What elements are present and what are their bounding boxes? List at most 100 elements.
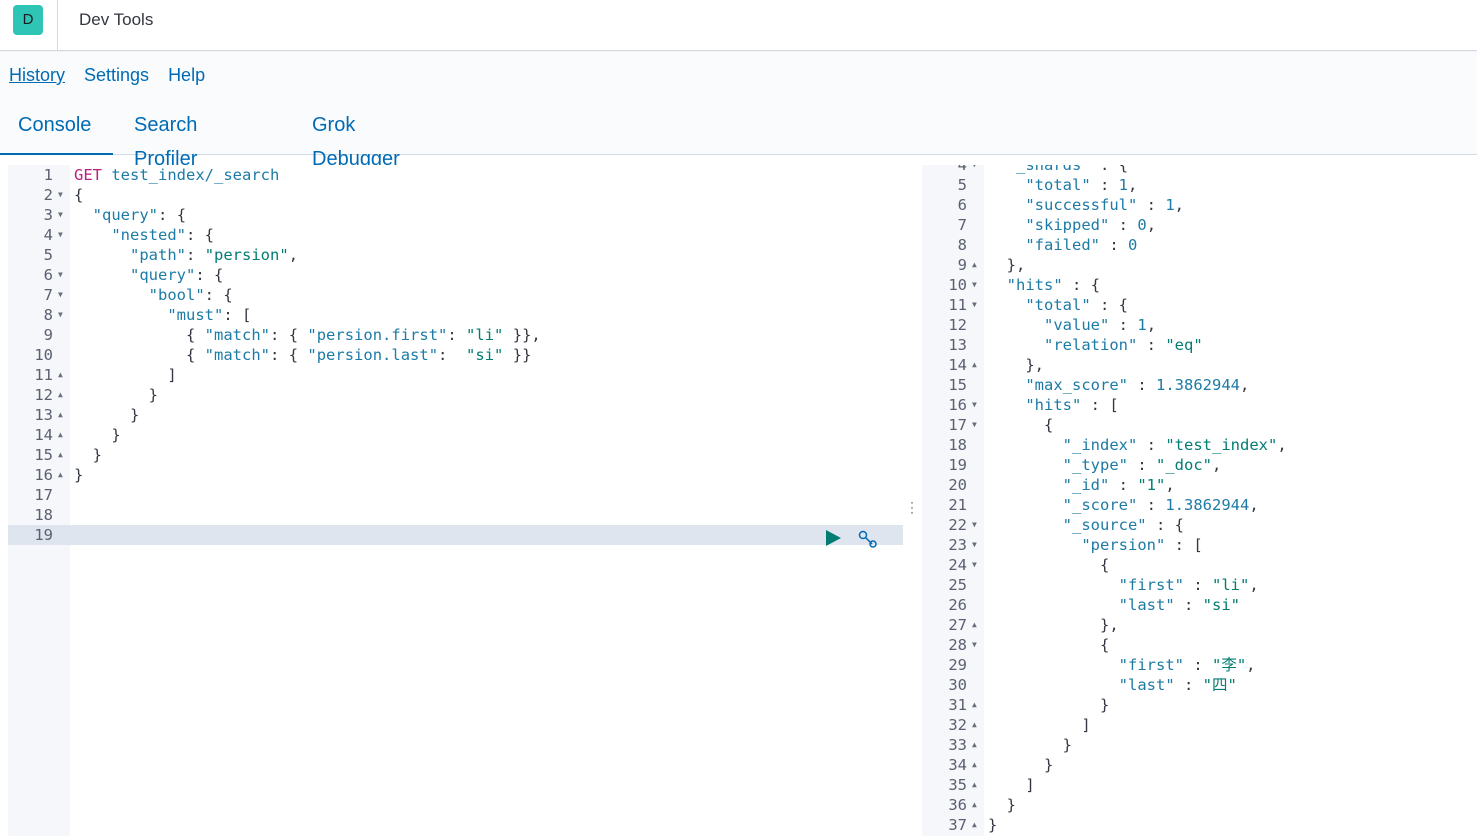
fold-open-icon[interactable]: ▼: [972, 415, 977, 435]
request-line[interactable]: 9 { "match": { "persion.first": "li" }},: [8, 325, 903, 345]
request-line[interactable]: 10 { "match": { "persion.last": "si" }}: [8, 345, 903, 365]
code-text: "path": "persion",: [130, 246, 299, 264]
code-text: }: [130, 406, 140, 424]
fold-close-icon[interactable]: ▲: [972, 715, 977, 735]
fold-close-icon[interactable]: ▲: [972, 795, 977, 815]
response-line: 11 ▼ "total" : {: [922, 295, 1477, 315]
request-line[interactable]: 13 ▲ }: [8, 405, 903, 425]
code-text: "bool": {: [148, 286, 233, 304]
request-line[interactable]: 17: [8, 485, 903, 505]
line-number: 9: [43, 326, 53, 344]
fold-open-icon[interactable]: ▼: [58, 285, 63, 305]
code-text: },: [1099, 616, 1119, 634]
fold-open-icon[interactable]: ▼: [58, 225, 63, 245]
fold-close-icon[interactable]: ▲: [58, 365, 63, 385]
fold-open-icon[interactable]: ▼: [972, 555, 977, 575]
line-number: 5: [957, 176, 967, 194]
fold-close-icon[interactable]: ▲: [972, 815, 977, 835]
code-text: }: [988, 816, 998, 834]
response-line: 35 ▲ ]: [922, 775, 1477, 795]
request-line[interactable]: 8 ▼ "must": [: [8, 305, 903, 325]
request-line[interactable]: 19: [8, 525, 903, 545]
code-text: "last" : "si": [1118, 596, 1240, 614]
tab-console[interactable]: Console: [0, 108, 113, 155]
response-line: 31 ▲ }: [922, 695, 1477, 715]
fold-open-icon[interactable]: ▼: [972, 295, 977, 315]
fold-open-icon[interactable]: ▼: [972, 535, 977, 555]
response-line: 20 "_id" : "1",: [922, 475, 1477, 495]
fold-close-icon[interactable]: ▲: [972, 355, 977, 375]
line-number: 16: [948, 396, 967, 414]
request-line[interactable]: 14 ▲ }: [8, 425, 903, 445]
request-line[interactable]: 16 ▲}: [8, 465, 903, 485]
line-number: 17: [948, 416, 967, 434]
settings-link[interactable]: Settings: [84, 65, 149, 85]
code-text: "last" : "四": [1118, 676, 1237, 694]
line-number: 4: [43, 226, 53, 244]
request-line[interactable]: 5 "path": "persion",: [8, 245, 903, 265]
fold-open-icon[interactable]: ▼: [58, 185, 63, 205]
history-link[interactable]: History: [9, 65, 65, 85]
line-number: 28: [948, 636, 967, 654]
fold-close-icon[interactable]: ▲: [972, 735, 977, 755]
fold-open-icon[interactable]: ▼: [972, 635, 977, 655]
response-line: 6 "successful" : 1,: [922, 195, 1477, 215]
request-line[interactable]: 1 GET test_index/_search: [8, 165, 903, 185]
fold-close-icon[interactable]: ▲: [972, 755, 977, 775]
request-line[interactable]: 2 ▼ {: [8, 185, 903, 205]
line-number: 8: [957, 236, 967, 254]
response-line: 5 "total" : 1,: [922, 175, 1477, 195]
code-text: }: [111, 426, 121, 444]
request-line[interactable]: 7 ▼ "bool": {: [8, 285, 903, 305]
line-number: 32: [948, 716, 967, 734]
line-number: 1: [43, 166, 53, 184]
help-link[interactable]: Help: [168, 65, 205, 85]
fold-close-icon[interactable]: ▲: [58, 425, 63, 445]
line-number: 25: [948, 576, 967, 594]
fold-close-icon[interactable]: ▲: [972, 775, 977, 795]
request-line[interactable]: 11 ▲ ]: [8, 365, 903, 385]
request-editor[interactable]: 1 GET test_index/_search 2 ▼{3 ▼ "query": {4…: [8, 165, 903, 836]
request-line[interactable]: 12 ▲ }: [8, 385, 903, 405]
request-line[interactable]: 3 ▼ "query": {: [8, 205, 903, 225]
request-line[interactable]: 15 ▲ }: [8, 445, 903, 465]
tab-grok-debugger[interactable]: Grok Debugger: [312, 108, 400, 170]
code-text: "query": {: [130, 266, 224, 284]
tab-search-profiler[interactable]: Search Profiler: [134, 108, 197, 170]
response-line: 37 ▲}: [922, 815, 1477, 835]
fold-close-icon[interactable]: ▲: [972, 255, 977, 275]
code-text: {: [1099, 636, 1110, 654]
fold-open-icon[interactable]: ▼: [58, 305, 63, 325]
response-line: 23 ▼ "persion" : [: [922, 535, 1477, 555]
fold-close-icon[interactable]: ▲: [58, 405, 63, 425]
code-text: "failed" : 0: [1025, 236, 1138, 254]
request-line[interactable]: 6 ▼ "query": {: [8, 265, 903, 285]
fold-close-icon[interactable]: ▲: [58, 385, 63, 405]
wrench-icon[interactable]: [857, 529, 879, 549]
fold-open-icon[interactable]: ▼: [972, 275, 977, 295]
code-text: {: [1099, 556, 1110, 574]
drag-handle-icon[interactable]: · · ·: [905, 496, 919, 518]
fold-open-icon[interactable]: ▼: [972, 515, 977, 535]
fold-close-icon[interactable]: ▲: [58, 445, 63, 465]
fold-close-icon[interactable]: ▲: [58, 465, 63, 485]
fold-open-icon[interactable]: ▼: [58, 265, 63, 285]
space-avatar[interactable]: D: [13, 5, 43, 35]
code-text: "_type" : "_doc",: [1062, 456, 1222, 474]
line-number: 19: [948, 456, 967, 474]
fold-open-icon[interactable]: ▼: [972, 165, 977, 175]
fold-open-icon[interactable]: ▼: [972, 395, 977, 415]
fold-close-icon[interactable]: ▲: [972, 615, 977, 635]
code-text: "_score" : 1.3862944,: [1062, 496, 1259, 514]
response-line: 10 ▼ "hits" : {: [922, 275, 1477, 295]
line-number: 34: [948, 756, 967, 774]
response-line: 29 "first" : "李",: [922, 655, 1477, 675]
line-number: 11: [948, 296, 967, 314]
line-number: 6: [43, 266, 53, 284]
fold-close-icon[interactable]: ▲: [972, 695, 977, 715]
code-text: {: [74, 186, 84, 204]
run-request-button[interactable]: [826, 530, 841, 546]
request-line[interactable]: 4 ▼ "nested": {: [8, 225, 903, 245]
fold-open-icon[interactable]: ▼: [58, 205, 63, 225]
request-line[interactable]: 18: [8, 505, 903, 525]
